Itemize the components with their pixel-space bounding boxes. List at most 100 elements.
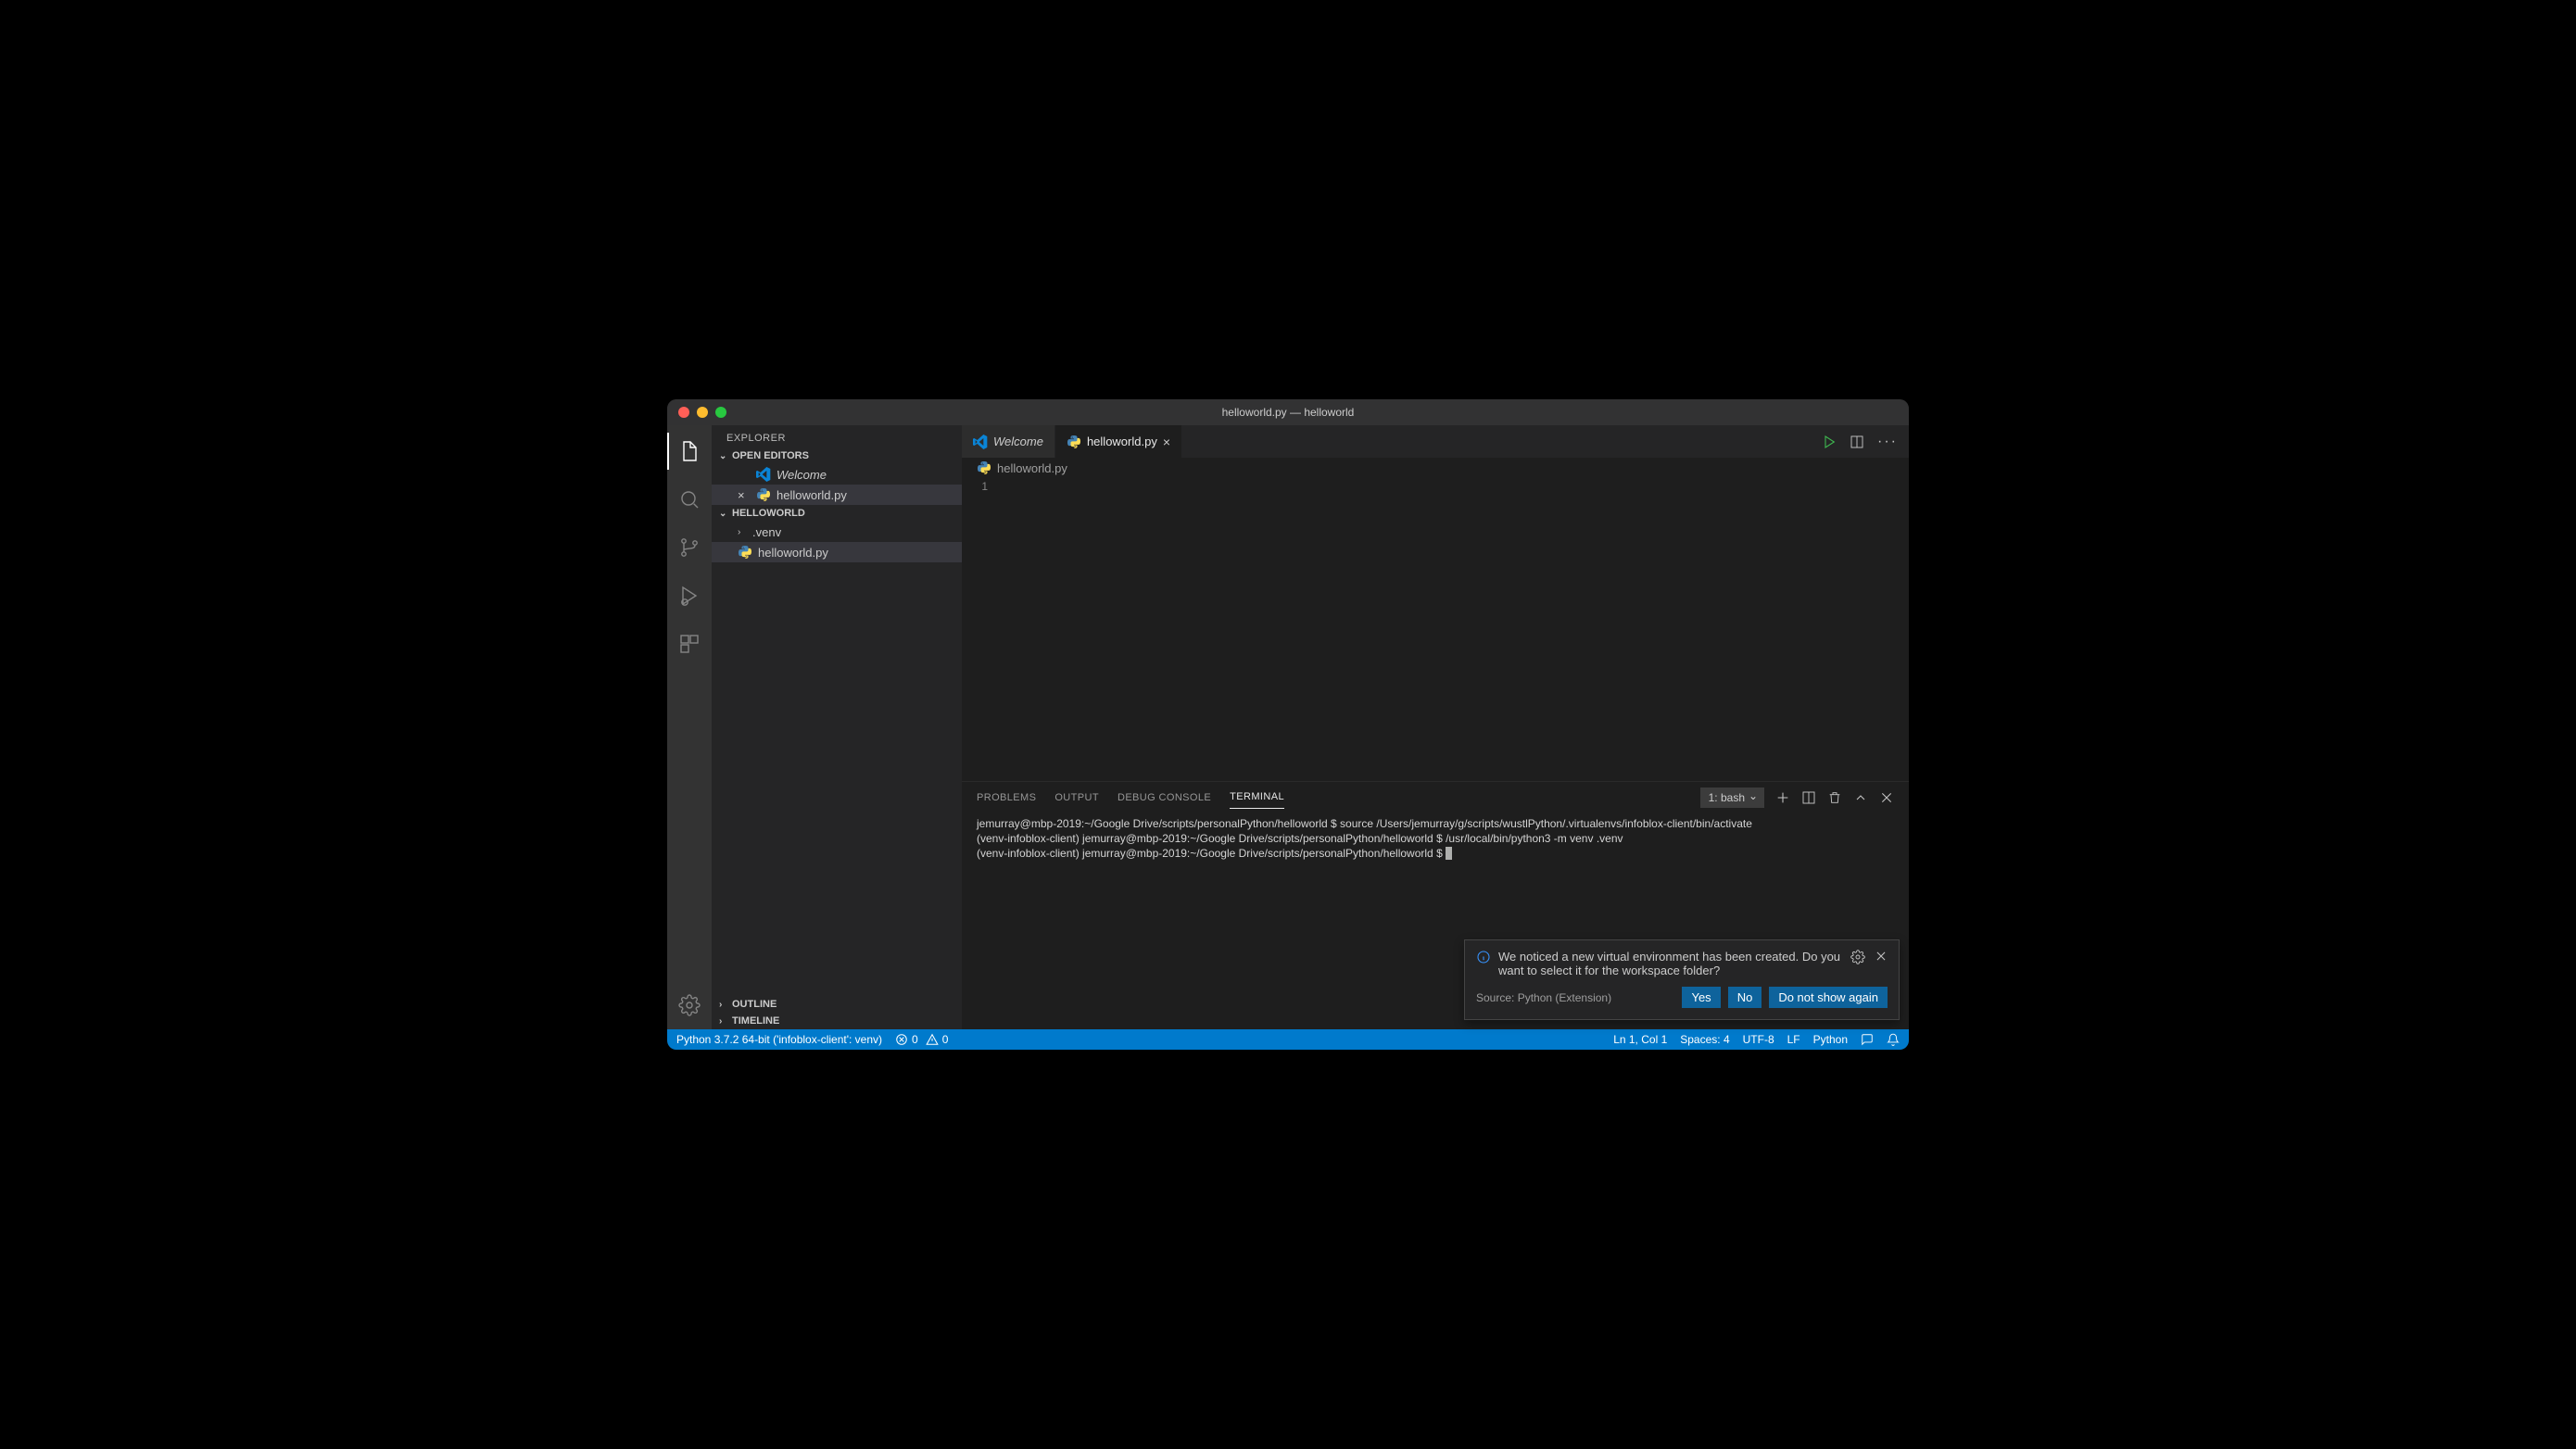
panel-actions: 1: bash [1700,788,1894,808]
activity-settings[interactable] [667,987,712,1024]
terminal-line: jemurray@mbp-2019:~/Google Drive/scripts… [977,817,1752,830]
activity-run-debug[interactable] [667,577,712,614]
status-notifications[interactable] [1887,1033,1900,1046]
breadcrumb-bar[interactable]: helloworld.py [962,458,1909,478]
open-editors-header[interactable]: ⌄ OPEN EDITORS [712,447,962,464]
outline-header[interactable]: › OUTLINE [712,996,962,1013]
error-count: 0 [912,1033,918,1046]
status-bar: Python 3.7.2 64-bit ('infoblox-client': … [667,1029,1909,1050]
warning-count: 0 [942,1033,949,1046]
vscode-window: helloworld.py — helloworld [667,399,1909,1050]
maximize-panel-button[interactable] [1853,790,1868,805]
tab-helloworld[interactable]: helloworld.py × [1055,425,1182,458]
outline-label: OUTLINE [732,999,777,1010]
file-helloworld[interactable]: helloworld.py [712,542,962,562]
notification-message: We noticed a new virtual environment has… [1498,950,1843,977]
folder-venv[interactable]: › .venv [712,522,962,542]
status-indentation[interactable]: Spaces: 4 [1680,1033,1729,1046]
window-minimize-button[interactable] [697,407,708,418]
terminal-selector[interactable]: 1: bash [1700,788,1764,808]
chevron-up-icon [1853,790,1868,805]
terminal-line: (venv-infoblox-client) jemurray@mbp-2019… [977,847,1446,860]
chevron-right-icon: › [738,527,747,537]
close-panel-button[interactable] [1879,790,1894,805]
close-icon[interactable]: × [1163,435,1170,449]
terminal-selector-label: 1: bash [1709,791,1745,804]
close-icon [1875,950,1888,963]
editor-area[interactable]: 1 [962,478,1909,781]
traffic-lights [678,407,726,418]
more-actions-button[interactable]: ··· [1877,434,1898,450]
activity-explorer[interactable] [667,433,712,470]
status-feedback[interactable] [1861,1033,1874,1046]
python-icon [1067,435,1081,449]
activity-source-control[interactable] [667,529,712,566]
split-icon [1850,435,1864,449]
window-title: helloworld.py — helloworld [667,406,1909,419]
open-editor-helloworld[interactable]: × helloworld.py [712,485,962,505]
chevron-down-icon: ⌄ [719,451,728,461]
notification-yes-button[interactable]: Yes [1682,987,1720,1008]
timeline-label: TIMELINE [732,1015,779,1027]
notification-settings-button[interactable] [1850,950,1865,977]
close-icon[interactable]: × [738,488,751,502]
panel-tabs: PROBLEMS OUTPUT DEBUG CONSOLE TERMINAL 1… [962,782,1909,813]
panel-tab-debug-console[interactable]: DEBUG CONSOLE [1118,787,1211,809]
line-number: 1 [962,480,988,493]
file-label: helloworld.py [758,546,828,560]
bell-icon [1887,1033,1900,1046]
line-number-gutter: 1 [962,478,999,781]
notification-toast: We noticed a new virtual environment has… [1464,939,1900,1020]
tab-welcome[interactable]: Welcome [962,425,1055,458]
files-icon [678,440,701,462]
open-editor-welcome[interactable]: Welcome [712,464,962,485]
kill-terminal-button[interactable] [1827,790,1842,805]
trash-icon [1827,790,1842,805]
plus-icon [1775,790,1790,805]
chevron-down-icon: ⌄ [719,509,728,519]
panel-tab-output[interactable]: OUTPUT [1054,787,1099,809]
run-button[interactable] [1822,435,1837,449]
status-encoding[interactable]: UTF-8 [1743,1033,1774,1046]
panel-tab-problems[interactable]: PROBLEMS [977,787,1036,809]
timeline-header[interactable]: › TIMELINE [712,1013,962,1029]
tab-bar: Welcome helloworld.py × ··· [962,425,1909,458]
info-icon [1476,950,1491,977]
sidebar-title: EXPLORER [712,425,962,447]
split-terminal-button[interactable] [1801,790,1816,805]
gear-icon [678,994,701,1016]
gear-icon [1850,950,1865,964]
notification-no-button[interactable]: No [1728,987,1762,1008]
notification-dont-show-button[interactable]: Do not show again [1769,987,1888,1008]
debug-icon [678,585,701,607]
window-maximize-button[interactable] [715,407,726,418]
status-eol[interactable]: LF [1787,1033,1800,1046]
editor-actions: ··· [1822,425,1909,458]
chevron-right-icon: › [719,1000,728,1010]
status-python-interpreter[interactable]: Python 3.7.2 64-bit ('infoblox-client': … [676,1033,882,1046]
editor-content[interactable] [999,478,1909,781]
notification-source: Source: Python (Extension) [1476,991,1611,1004]
python-icon [756,487,771,502]
split-editor-button[interactable] [1850,435,1864,449]
explorer-sidebar: EXPLORER ⌄ OPEN EDITORS Welcome × hellow… [712,425,962,1029]
tab-label: Welcome [993,435,1043,448]
chevron-right-icon: › [719,1016,728,1027]
activity-extensions[interactable] [667,625,712,662]
status-language-mode[interactable]: Python [1813,1033,1848,1046]
vscode-icon [756,467,771,482]
status-cursor-position[interactable]: Ln 1, Col 1 [1613,1033,1667,1046]
new-terminal-button[interactable] [1775,790,1790,805]
python-icon [738,545,752,560]
window-close-button[interactable] [678,407,689,418]
workspace-header[interactable]: ⌄ HELLOWORLD [712,505,962,522]
panel-tab-terminal[interactable]: TERMINAL [1230,786,1284,809]
notification-close-button[interactable] [1875,950,1888,977]
activity-search[interactable] [667,481,712,518]
titlebar: helloworld.py — helloworld [667,399,1909,425]
breadcrumb-file: helloworld.py [997,461,1067,475]
error-icon [895,1033,908,1046]
close-icon [1879,790,1894,805]
status-problems[interactable]: 0 0 [895,1033,948,1046]
open-editor-label: Welcome [777,468,827,482]
